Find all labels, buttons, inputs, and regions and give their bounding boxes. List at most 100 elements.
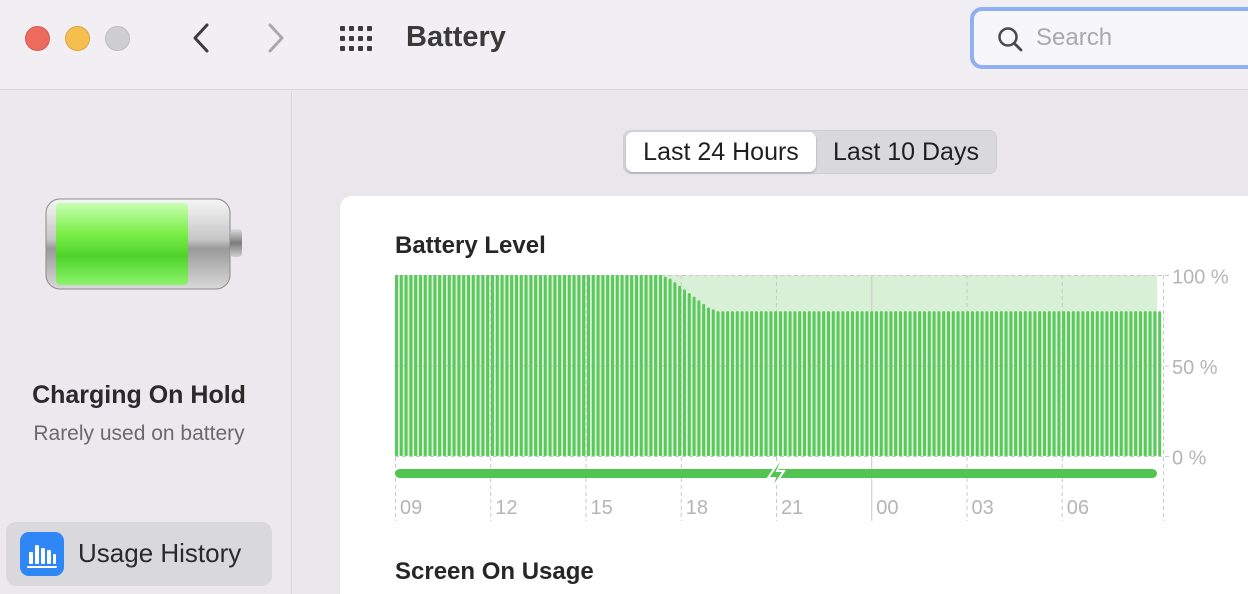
battery-bar — [615, 275, 619, 456]
battery-bar — [769, 311, 773, 456]
battery-bar — [1158, 311, 1162, 456]
battery-bar — [654, 275, 658, 456]
battery-bar — [471, 275, 475, 456]
battery-bar — [1019, 311, 1022, 456]
battery-bar — [875, 311, 878, 456]
show-all-button[interactable] — [338, 24, 378, 54]
battery-bar — [1043, 311, 1046, 456]
battery-bar — [966, 311, 970, 456]
y-tick-label: 100 % — [1172, 267, 1229, 289]
battery-bar — [913, 311, 917, 456]
battery-bar — [1052, 311, 1056, 456]
window-toolbar: Battery — [0, 0, 1248, 90]
battery-bar — [567, 275, 571, 456]
battery-bar — [635, 275, 638, 456]
battery-bar — [1014, 311, 1018, 456]
battery-bar — [630, 275, 634, 456]
battery-bar — [759, 311, 763, 456]
battery-bar — [894, 311, 898, 456]
battery-bar — [1134, 311, 1138, 456]
battery-bar — [495, 275, 499, 456]
battery-bar — [577, 275, 581, 456]
battery-bar — [687, 293, 691, 456]
zoom-window-button[interactable] — [105, 26, 130, 51]
battery-bar — [783, 311, 787, 456]
battery-bar — [1028, 311, 1032, 456]
battery-bar — [409, 275, 413, 456]
battery-bar — [462, 275, 466, 456]
battery-bar — [846, 311, 850, 456]
battery-bar — [726, 311, 730, 456]
battery-bar — [889, 311, 893, 456]
battery-bar — [659, 275, 662, 456]
battery-bar — [1139, 311, 1142, 456]
battery-bar — [563, 275, 566, 456]
battery-bar — [457, 275, 461, 456]
battery-bar — [505, 275, 509, 456]
battery-bar — [1110, 311, 1114, 456]
battery-bar — [831, 311, 835, 456]
x-tick-label: 03 — [972, 497, 994, 519]
battery-bar — [443, 275, 446, 456]
battery-bar — [817, 311, 821, 456]
battery-bar — [721, 311, 725, 456]
battery-bar — [899, 311, 902, 456]
battery-bar — [519, 275, 523, 456]
battery-bar — [812, 311, 816, 456]
battery-bar — [414, 275, 418, 456]
battery-bar — [788, 311, 792, 456]
battery-bar — [774, 311, 778, 456]
battery-bar — [1153, 311, 1157, 456]
sidebar: Charging On Hold Rarely used on battery … — [0, 91, 292, 594]
battery-bar — [510, 275, 514, 456]
battery-bar — [865, 311, 869, 456]
charging-status-subtitle: Rarely used on battery — [33, 422, 245, 445]
battery-bar — [707, 307, 710, 456]
tab-last-10-days[interactable]: Last 10 Days — [818, 132, 994, 172]
tab-last-24-hours[interactable]: Last 24 Hours — [626, 132, 816, 172]
battery-bar — [918, 311, 922, 456]
battery-bar — [745, 311, 749, 456]
battery-bar — [932, 311, 936, 456]
x-tick-label: 09 — [400, 497, 422, 519]
battery-bar — [534, 275, 538, 456]
battery-bar — [1071, 311, 1075, 456]
battery-bar — [591, 275, 595, 456]
battery-level-chart: 100 % 50 % 0 % 09 12 15 18 21 00 03 06 — [395, 267, 1229, 521]
main-content: Last 24 Hours Last 10 Days Battery Level… — [293, 91, 1248, 594]
battery-bar — [620, 275, 624, 456]
battery-bar — [860, 311, 864, 456]
battery-bar — [1076, 311, 1080, 456]
battery-bar — [1004, 311, 1008, 456]
search-input[interactable] — [1036, 21, 1236, 55]
forward-button[interactable] — [258, 18, 294, 58]
battery-bar — [548, 275, 552, 456]
battery-bar — [1129, 311, 1133, 456]
sidebar-item-usage-history[interactable]: Usage History — [6, 522, 272, 586]
battery-card: Battery Level 100 % 50 % 0 % 09 12 15 18 21 00 03… — [340, 196, 1248, 594]
x-tick-label: 12 — [495, 497, 517, 519]
back-button[interactable] — [183, 18, 219, 58]
search-field[interactable] — [970, 7, 1248, 69]
battery-bar — [572, 275, 576, 456]
battery-bar — [668, 278, 672, 456]
battery-bar — [692, 296, 696, 456]
battery-bar — [649, 275, 653, 456]
battery-bar — [990, 311, 994, 456]
battery-bar — [606, 275, 610, 456]
battery-bar — [697, 300, 701, 456]
battery-bar — [827, 311, 830, 456]
battery-bar — [500, 275, 504, 456]
battery-bar — [399, 275, 403, 456]
battery-bar — [639, 275, 643, 456]
battery-bar — [1023, 311, 1027, 456]
battery-bar — [1115, 311, 1118, 456]
battery-bar — [601, 275, 605, 456]
battery-bar — [476, 275, 480, 456]
battery-bar — [879, 311, 883, 456]
battery-bar — [947, 311, 950, 456]
minimize-window-button[interactable] — [65, 26, 90, 51]
battery-bar — [1081, 311, 1085, 456]
battery-bar — [793, 311, 797, 456]
close-window-button[interactable] — [25, 26, 50, 51]
